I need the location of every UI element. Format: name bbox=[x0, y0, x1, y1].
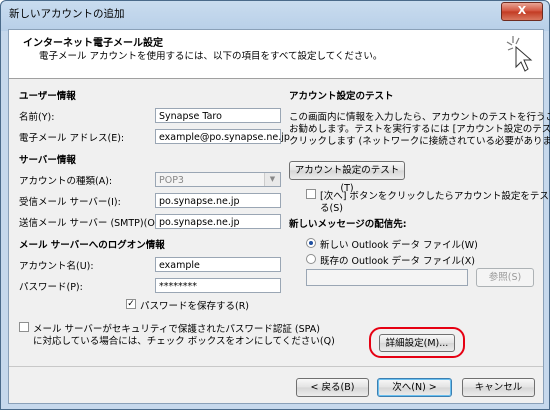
test-account-settings-button[interactable]: アカウント設定のテスト(T) bbox=[289, 161, 405, 194]
auto-test-label-line1: [次へ] ボタンをクリックしたらアカウント設定をテストす bbox=[320, 191, 550, 202]
outgoing-server-field[interactable]: po.synapse.ne.jp bbox=[155, 214, 281, 229]
footer-divider bbox=[9, 366, 543, 367]
server-info-heading: サーバー情報 bbox=[19, 155, 76, 166]
existing-data-file-label: 既存の Outlook データ ファイル(X) bbox=[320, 256, 475, 267]
account-name-label: アカウント名(U): bbox=[19, 261, 94, 272]
browse-button: 参照(S) bbox=[476, 268, 534, 287]
account-type-value: POP3 bbox=[159, 175, 184, 186]
existing-data-file-radio[interactable] bbox=[306, 254, 316, 264]
email-field[interactable]: example@po.synapse.ne.jp bbox=[155, 129, 290, 144]
account-test-heading: アカウント設定のテスト bbox=[289, 91, 394, 102]
auto-test-checkbox[interactable] bbox=[306, 189, 316, 199]
password-label: パスワード(P): bbox=[19, 282, 83, 293]
header-subtitle: 電子メール アカウントを使用するには、以下の項目をすべて設定してください。 bbox=[39, 51, 383, 62]
password-field[interactable]: ******** bbox=[155, 278, 281, 293]
close-button[interactable]: X bbox=[501, 2, 543, 21]
chevron-down-icon: ▼ bbox=[264, 173, 280, 186]
new-data-file-label: 新しい Outlook データ ファイル(W) bbox=[320, 240, 478, 251]
highlight-annotation bbox=[369, 327, 465, 358]
dialog-client-area: インターネット電子メール設定 電子メール アカウントを使用するには、以下の項目を… bbox=[8, 29, 550, 404]
name-label: 名前(Y): bbox=[19, 112, 55, 123]
save-password-checkbox[interactable]: ✓ bbox=[126, 299, 136, 309]
account-type-select: POP3 ▼ bbox=[155, 172, 281, 187]
account-type-label: アカウントの種類(A): bbox=[19, 176, 113, 187]
header-title: インターネット電子メール設定 bbox=[23, 38, 163, 49]
name-field[interactable]: Synapse Taro bbox=[155, 108, 281, 123]
email-label: 電子メール アドレス(E): bbox=[19, 133, 125, 144]
dialog-header: インターネット電子メール設定 電子メール アカウントを使用するには、以下の項目を… bbox=[9, 30, 543, 79]
logon-info-heading: メール サーバーへのログオン情報 bbox=[19, 240, 165, 251]
auto-test-label-line2: る(S) bbox=[320, 203, 343, 214]
existing-file-path-field bbox=[306, 269, 468, 286]
title-bar[interactable]: 新しいアカウントの追加 X bbox=[1, 1, 549, 25]
save-password-label: パスワードを保存する(R) bbox=[140, 301, 250, 312]
next-button[interactable]: 次へ(N) > bbox=[377, 378, 452, 397]
outgoing-server-label: 送信メール サーバー (SMTP)(O): bbox=[19, 218, 162, 229]
incoming-server-label: 受信メール サーバー(I): bbox=[19, 197, 121, 208]
spa-label-line2: に対応している場合には、チェック ボックスをオンにしてください(Q) bbox=[33, 336, 335, 347]
cancel-button[interactable]: キャンセル bbox=[462, 378, 535, 397]
new-data-file-radio[interactable] bbox=[306, 238, 316, 248]
account-test-desc-line3: クリックします (ネットワークに接続されている必要があります)。 bbox=[289, 136, 550, 147]
incoming-server-field[interactable]: po.synapse.ne.jp bbox=[155, 193, 281, 208]
account-name-field[interactable]: example bbox=[155, 257, 281, 272]
user-info-heading: ユーザー情報 bbox=[19, 91, 76, 102]
spa-checkbox[interactable] bbox=[19, 322, 29, 332]
window-title: 新しいアカウントの追加 bbox=[9, 8, 125, 20]
back-button[interactable]: < 戻る(B) bbox=[296, 378, 369, 397]
dialog-window: 新しいアカウントの追加 X インターネット電子メール設定 電子メール アカウント… bbox=[0, 0, 550, 410]
cursor-sparkle-icon bbox=[506, 36, 533, 72]
delivery-heading: 新しいメッセージの配信先: bbox=[289, 219, 407, 230]
